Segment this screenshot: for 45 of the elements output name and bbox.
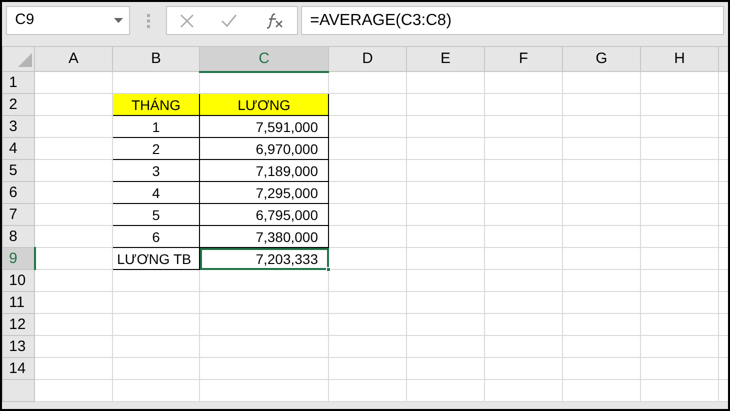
row-header[interactable]: 1	[2, 72, 34, 94]
column-header[interactable]: G	[562, 46, 640, 72]
row-header[interactable]: 10	[2, 270, 34, 292]
row-header[interactable]: 7	[2, 204, 34, 226]
table-cell[interactable]: 1	[112, 116, 200, 138]
formula-field[interactable]: =AVERAGE(C3:C8)	[301, 6, 724, 35]
row-header[interactable]: 4	[2, 138, 34, 160]
table-cell[interactable]: 7,380,000	[200, 226, 328, 248]
table-cell[interactable]: 4	[112, 182, 200, 204]
table-cell[interactable]: 7,189,000	[200, 160, 328, 182]
row-header[interactable]: 3	[2, 116, 34, 138]
row-header[interactable]: 5	[2, 160, 34, 182]
column-title-cell[interactable]: LƯƠNG	[200, 94, 328, 116]
column-header[interactable]: A	[34, 46, 112, 72]
table-cell[interactable]: 7,295,000	[200, 182, 328, 204]
row-header[interactable]: 11	[2, 292, 34, 314]
row-header[interactable]: 8	[2, 226, 34, 248]
column-header[interactable]: B	[112, 46, 200, 72]
column-header[interactable]: H	[640, 46, 718, 72]
fill-handle[interactable]	[326, 267, 331, 272]
table-cell[interactable]: LƯƠNG TB	[112, 248, 200, 270]
row-header[interactable]: 12	[2, 314, 34, 336]
table-cell[interactable]: 6,970,000	[200, 138, 328, 160]
table-cell[interactable]: 5	[112, 204, 200, 226]
row-header[interactable]: 2	[2, 94, 34, 116]
row-header[interactable]: 13	[2, 336, 34, 358]
cell-reference: C9	[15, 10, 34, 30]
row-header[interactable]: 14	[2, 358, 34, 380]
table-cell[interactable]: 3	[112, 160, 200, 182]
table-cell[interactable]: 6	[112, 226, 200, 248]
column-title-cell[interactable]: THÁNG	[112, 94, 200, 116]
column-header[interactable]: C	[200, 46, 328, 72]
column-header[interactable]: F	[484, 46, 562, 72]
row-header[interactable]: 9	[2, 248, 34, 270]
column-header[interactable]: D	[328, 46, 406, 72]
name-box[interactable]: C9	[6, 6, 130, 35]
dropdown-caret-icon[interactable]	[114, 18, 123, 23]
grip-icon	[146, 14, 150, 28]
table-cell[interactable]: 7,203,333	[200, 248, 328, 270]
check-icon[interactable]	[220, 14, 237, 27]
table-cell[interactable]: 7,591,000	[200, 116, 328, 138]
table-cell[interactable]: 2	[112, 138, 200, 160]
table-cell[interactable]: 6,795,000	[200, 204, 328, 226]
column-header[interactable]: E	[406, 46, 484, 72]
row-header[interactable]: 6	[2, 182, 34, 204]
